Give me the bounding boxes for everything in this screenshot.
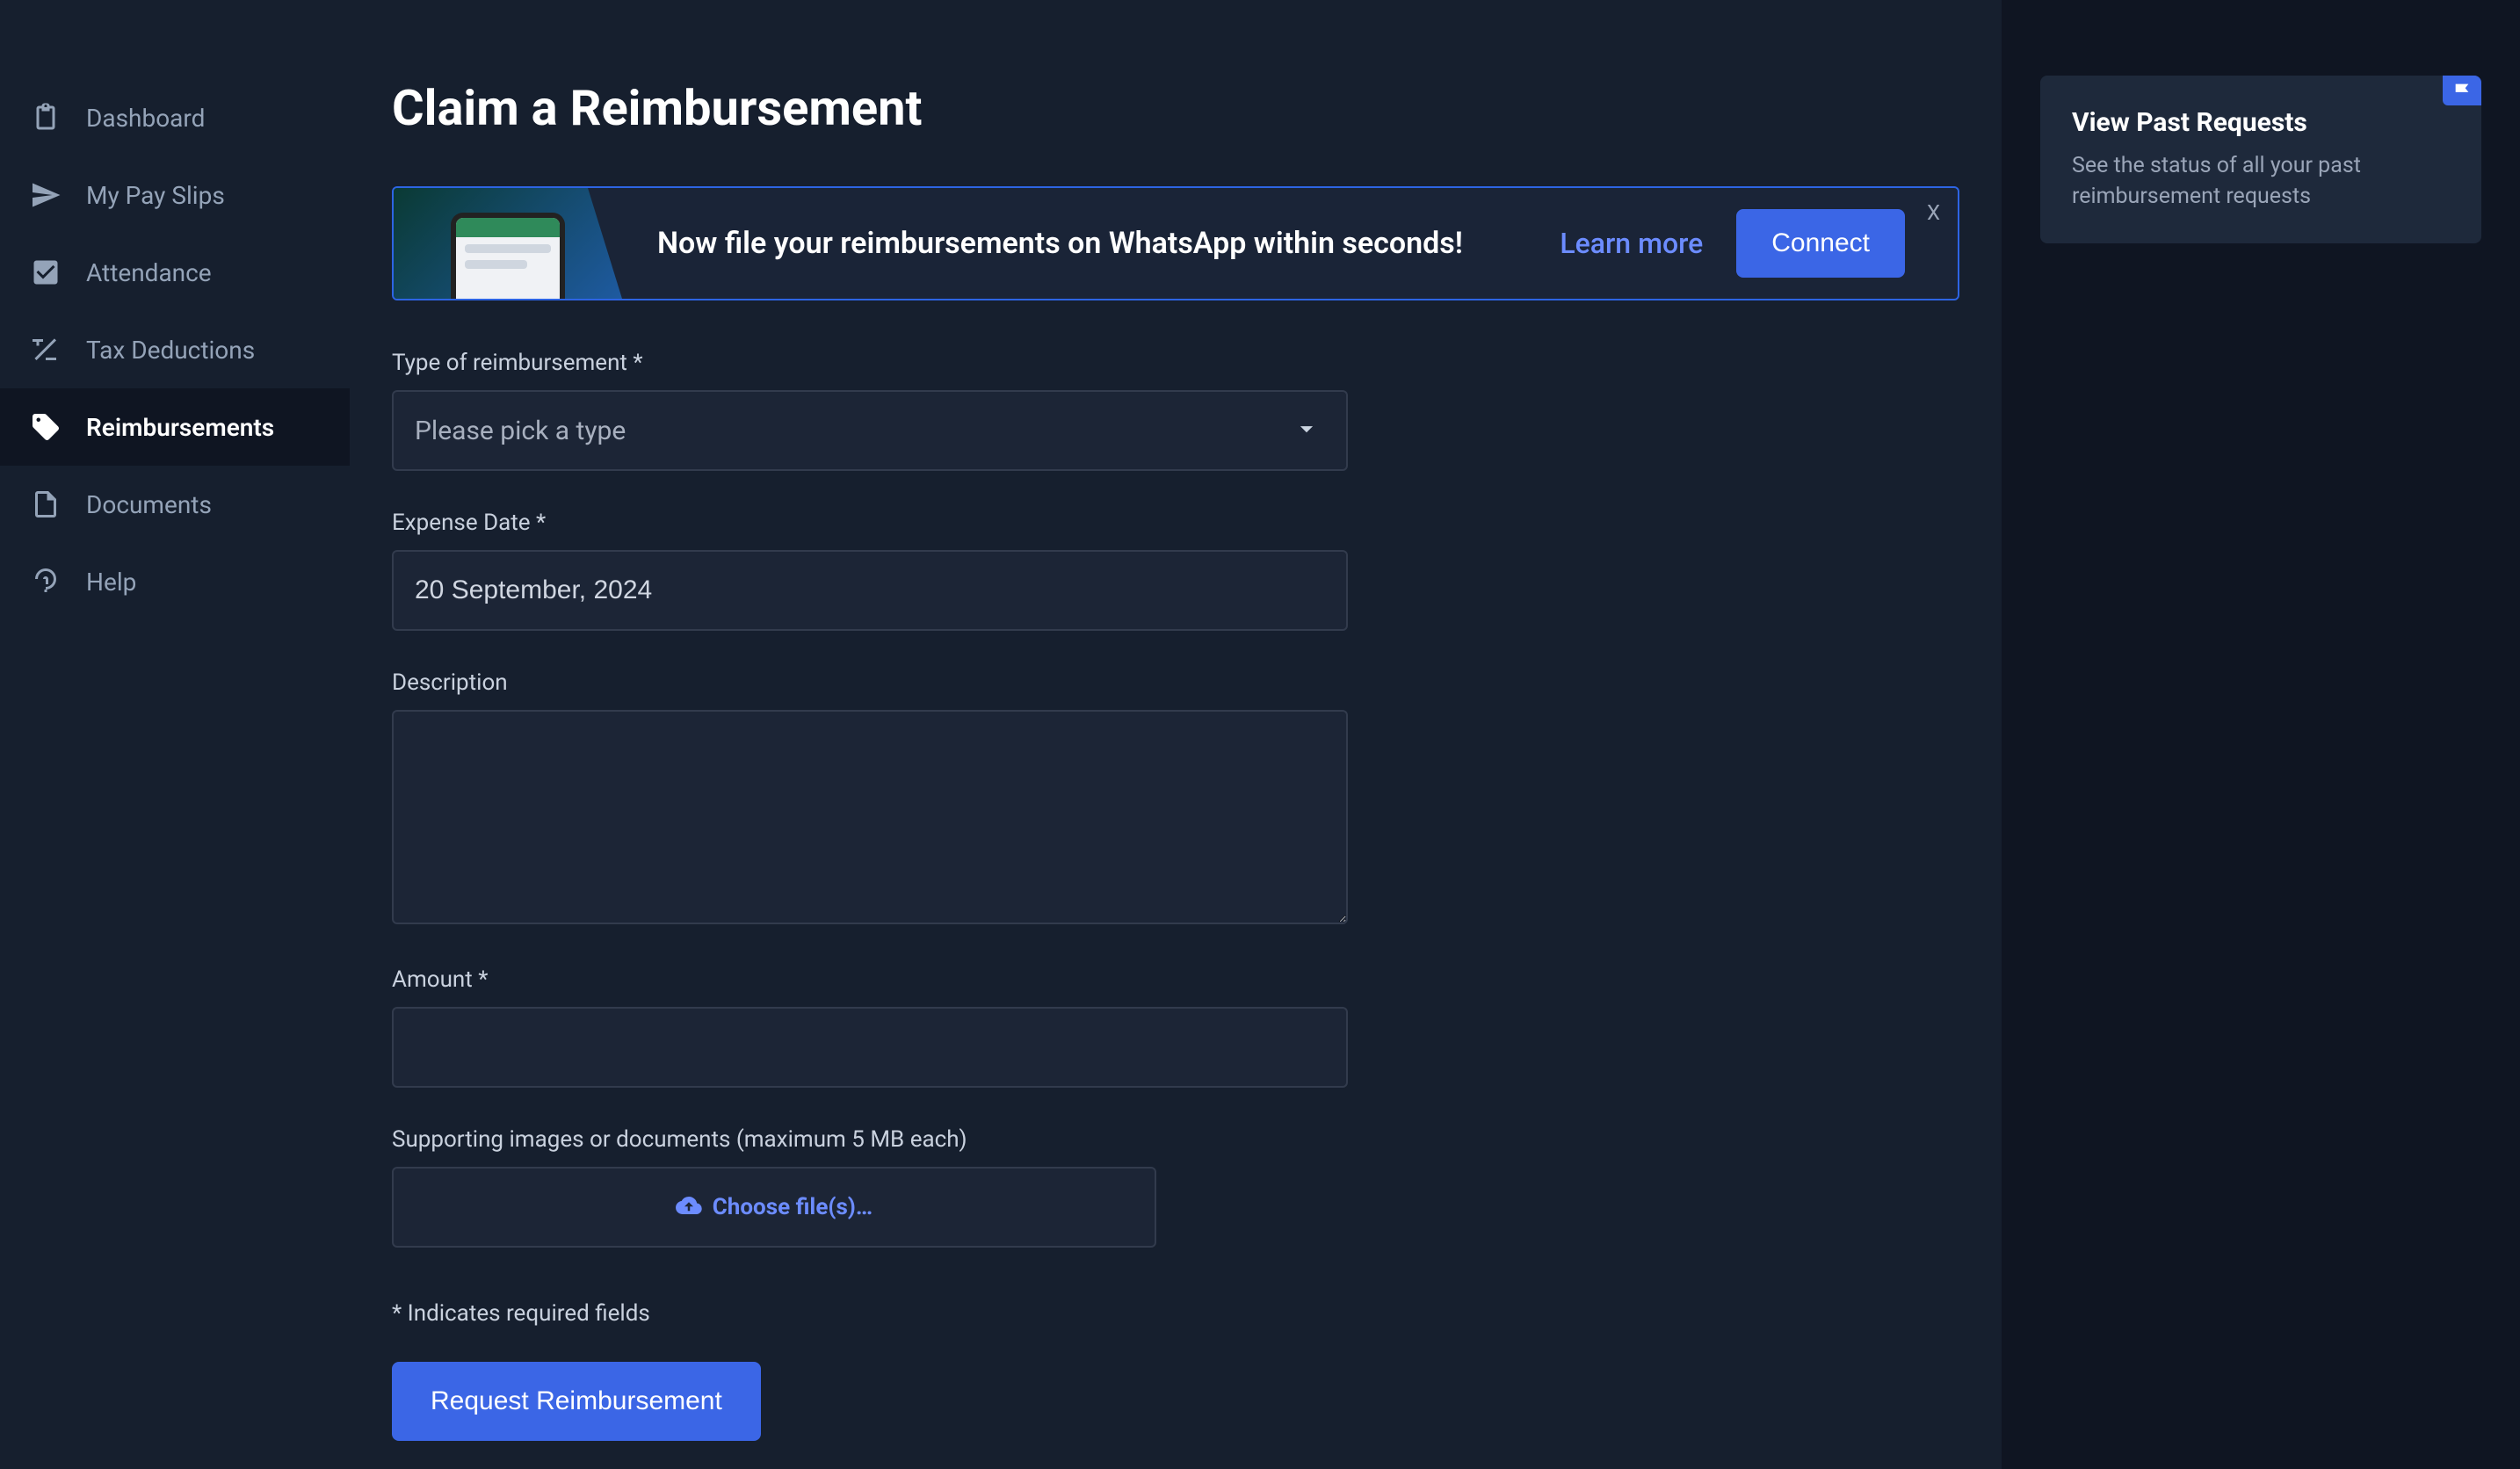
sidebar-item-help[interactable]: Help bbox=[0, 543, 350, 620]
sidebar-item-label: Reimbursements bbox=[86, 413, 274, 442]
side-area: View Past Requests See the status of all… bbox=[2002, 0, 2520, 1469]
file-label: Supporting images or documents (maximum … bbox=[392, 1126, 1959, 1153]
sidebar-item-label: Tax Deductions bbox=[86, 336, 255, 365]
file-group: Supporting images or documents (maximum … bbox=[392, 1126, 1959, 1248]
date-group: Expense Date * bbox=[392, 510, 1959, 631]
page-title: Claim a Reimbursement bbox=[392, 79, 1959, 137]
plus-minus-icon bbox=[30, 334, 62, 365]
flag-icon bbox=[2443, 76, 2481, 105]
sidebar-item-reimbursements[interactable]: Reimbursements bbox=[0, 388, 350, 466]
send-icon bbox=[30, 179, 62, 211]
sidebar-item-label: My Pay Slips bbox=[86, 181, 225, 210]
sidebar: Dashboard My Pay Slips Attendance Tax De… bbox=[0, 0, 350, 1469]
check-box-icon bbox=[30, 257, 62, 288]
description-group: Description bbox=[392, 669, 1959, 928]
past-requests-title: View Past Requests bbox=[2072, 107, 2450, 138]
amount-input[interactable] bbox=[392, 1007, 1348, 1088]
type-select[interactable]: Please pick a type bbox=[392, 390, 1348, 471]
sidebar-item-label: Documents bbox=[86, 490, 212, 519]
description-textarea[interactable] bbox=[392, 710, 1348, 924]
file-upload-button[interactable]: Choose file(s)… bbox=[392, 1167, 1156, 1248]
sidebar-item-payslips[interactable]: My Pay Slips bbox=[0, 156, 350, 234]
file-upload-text: Choose file(s)… bbox=[713, 1194, 873, 1220]
past-requests-subtitle: See the status of all your past reimburs… bbox=[2072, 150, 2450, 212]
sidebar-item-label: Attendance bbox=[86, 258, 212, 287]
connect-button[interactable]: Connect bbox=[1736, 209, 1905, 278]
main-area: Claim a Reimbursement Now file your reim… bbox=[350, 0, 2520, 1469]
request-reimbursement-button[interactable]: Request Reimbursement bbox=[392, 1362, 761, 1441]
tag-icon bbox=[30, 411, 62, 443]
upload-icon bbox=[676, 1192, 702, 1222]
sidebar-item-label: Help bbox=[86, 568, 136, 597]
description-label: Description bbox=[392, 669, 1959, 696]
past-requests-card[interactable]: View Past Requests See the status of all… bbox=[2040, 76, 2481, 243]
whatsapp-banner: Now file your reimbursements on WhatsApp… bbox=[392, 186, 1959, 300]
content-panel: Claim a Reimbursement Now file your reim… bbox=[350, 0, 2002, 1469]
date-label: Expense Date * bbox=[392, 510, 1959, 536]
required-note: * Indicates required fields bbox=[392, 1300, 1959, 1327]
type-label: Type of reimbursement * bbox=[392, 350, 1959, 376]
sidebar-item-dashboard[interactable]: Dashboard bbox=[0, 79, 350, 156]
amount-label: Amount * bbox=[392, 966, 1959, 993]
phone-mock-icon bbox=[451, 213, 565, 300]
sidebar-item-documents[interactable]: Documents bbox=[0, 466, 350, 543]
sidebar-item-attendance[interactable]: Attendance bbox=[0, 234, 350, 311]
document-icon bbox=[30, 488, 62, 520]
clipboard-icon bbox=[30, 102, 62, 134]
type-group: Type of reimbursement * Please pick a ty… bbox=[392, 350, 1959, 471]
close-icon[interactable]: X bbox=[1927, 200, 1940, 225]
learn-more-link[interactable]: Learn more bbox=[1560, 227, 1703, 260]
banner-text: Now file your reimbursements on WhatsApp… bbox=[622, 226, 1560, 261]
amount-group: Amount * bbox=[392, 966, 1959, 1088]
help-icon bbox=[30, 566, 62, 597]
banner-illustration bbox=[394, 188, 622, 299]
expense-date-input[interactable] bbox=[392, 550, 1348, 631]
sidebar-item-label: Dashboard bbox=[86, 104, 205, 133]
sidebar-item-tax-deductions[interactable]: Tax Deductions bbox=[0, 311, 350, 388]
